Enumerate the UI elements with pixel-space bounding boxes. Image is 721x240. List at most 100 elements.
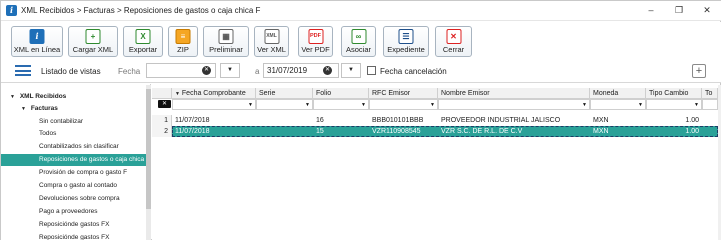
sidebar-item-sin-contabilizar[interactable]: Sin contabilizar [1,116,150,128]
sidebar-item-pago-proveedores[interactable]: Pago a proveedores [1,206,150,218]
column-header-fecha[interactable]: ▼ Fecha Comprobante [172,88,256,99]
filter-serie[interactable]: ▼ [256,99,313,110]
maximize-button[interactable]: ❐ [666,3,692,18]
date-to-dropdown-icon[interactable]: ▼ [341,63,361,78]
filter-tipo-cambio[interactable]: ▼ [646,99,702,110]
sidebar-item-reposicion-gastos-fx-2[interactable]: Reposiciónde gastos FX [1,232,150,240]
filter-total[interactable] [702,99,718,110]
link-icon: ∞ [351,29,366,44]
filter-rfc-emisor[interactable]: ▼ [369,99,438,110]
cargar-xml-button[interactable]: + Cargar XML [68,26,118,57]
title-bar: i XML Recibidos > Facturas > Reposicione… [1,1,721,21]
preliminar-button[interactable]: ▦ Preliminar [203,26,249,57]
cell-rfc-emisor: BBB010101BBB [372,117,424,124]
cell-moneda: MXN [593,117,609,124]
tree-node-facturas[interactable]: ▼ Facturas [21,103,150,115]
zip-icon: ≡ [175,29,191,44]
cell-folio: 16 [316,117,324,124]
cell-moneda: MXN [593,128,609,135]
sidebar-item-compra-contado[interactable]: Compra o gasto al contado [1,180,150,192]
cell-rfc-emisor: VZR110908545 [372,128,421,135]
sort-desc-icon: ▼ [175,91,180,97]
app-window: i XML Recibidos > Facturas > Reposicione… [0,0,721,240]
date-to-label: a [255,67,260,76]
table-row-selected[interactable]: 11/07/2018 15 VZR110908545 VZR S.C. DE R… [172,126,718,137]
exportar-label: Exportar [128,45,158,54]
filter-dropdown-icon[interactable]: ▼ [430,100,435,109]
cell-nombre-emisor: PROVEEDOR INDUSTRIAL JALISCO [441,117,561,124]
column-header-nombre-emisor[interactable]: Nombre Emisor [438,88,590,99]
sidebar-item-reposiciones-caja-chica[interactable]: Reposiciones de gastos o caja chica F [1,154,150,166]
asociar-label: Asociar [345,45,371,54]
filter-dropdown-icon[interactable]: ▼ [694,100,699,109]
cell-folio: 15 [316,128,324,135]
row-number: 1 [152,115,172,126]
column-header-total[interactable]: To [702,88,718,99]
close-window-button[interactable]: ✕ [694,3,720,18]
sidebar-item-todos[interactable]: Todos [1,128,150,140]
table-row[interactable]: 11/07/2018 16 BBB010101BBB PROVEEDOR IND… [172,115,718,126]
date-from-dropdown-icon[interactable]: ▼ [220,63,240,78]
sidebar-item-contabilizados[interactable]: Contabilizados sin clasificar [1,141,150,153]
date-label: Fecha [118,67,141,76]
asociar-button[interactable]: ∞ Asociar [341,26,376,57]
filter-nombre-emisor[interactable]: ▼ [438,99,590,110]
sidebar-scroll-thumb[interactable] [146,89,151,209]
cancel-date-label: Fecha cancelación [380,67,447,76]
sidebar-item-provision-compra[interactable]: Provisión de compra o gasto F [1,167,150,179]
clear-date-to-icon[interactable]: ✕ [323,66,332,75]
filter-dropdown-icon[interactable]: ▼ [582,100,587,109]
column-header-moneda[interactable]: Moneda [590,88,646,99]
collapse-caret-icon[interactable]: ▼ [21,103,29,115]
filter-dropdown-icon[interactable]: ▼ [361,100,366,109]
collapse-caret-icon[interactable]: ▼ [10,91,18,103]
filter-folio[interactable]: ▼ [313,99,369,110]
clear-date-from-icon[interactable]: ✕ [202,66,211,75]
cell-serie [256,126,313,137]
cell-serie [256,115,313,126]
xml-en-linea-button[interactable]: i XML en Línea [11,26,63,57]
zip-button[interactable]: ≡ ZIP [168,26,198,57]
filter-moneda[interactable]: ▼ [590,99,646,110]
column-header-rfc-emisor[interactable]: RFC Emisor [369,88,438,99]
exportar-button[interactable]: X Exportar [123,26,163,57]
cell-fecha: 11/07/2018 [175,117,210,124]
tree-root-xml-recibidos[interactable]: ▼ XML Recibidos [10,91,150,103]
add-view-button[interactable]: + [692,64,706,78]
cancel-date-checkbox[interactable] [367,66,376,75]
clear-filters-icon[interactable]: ✕ [158,100,171,108]
filter-dropdown-icon[interactable]: ▼ [305,100,310,109]
column-header-folio[interactable]: Folio [313,88,369,99]
filter-dropdown-icon[interactable]: ▼ [638,100,643,109]
app-logo-icon: i [6,5,17,16]
cargar-xml-label: Cargar XML [72,45,114,54]
xml-en-linea-label: XML en Línea [13,45,61,54]
pdf-file-icon: PDF [308,29,323,44]
cerrar-button[interactable]: ✕ Cerrar [435,26,472,57]
ver-pdf-button[interactable]: PDF Ver PDF [298,26,333,57]
cell-tipo-cambio: 1.00 [685,117,699,124]
ver-xml-button[interactable]: XML Ver XML [254,26,289,57]
column-header-fecha-label: Fecha Comprobante [181,90,246,97]
tree-root-label: XML Recibidos [19,93,67,100]
sidebar-scrollbar[interactable] [146,85,151,240]
row-number: 2 [152,126,172,137]
cell-nombre-emisor: VZR S.C. DE R.L. DE C.V [441,128,523,135]
column-header-serie[interactable]: Serie [256,88,313,99]
document-icon: ☰ [398,29,414,44]
close-icon: ✕ [446,29,461,44]
sidebar-item-reposicion-gastos-fx[interactable]: Reposiciónde gastos FX [1,219,150,231]
column-header-tipo-cambio[interactable]: Tipo Cambio [646,88,702,99]
hamburger-menu-icon[interactable] [15,65,31,76]
ver-pdf-label: Ver PDF [301,45,330,54]
filter-dropdown-icon[interactable]: ▼ [248,100,253,109]
sidebar-tree: ▼ XML Recibidos ▼ Facturas Sin contabili… [1,84,151,240]
filter-bar: Listado de vistas Fecha ✕ ▼ a 31/07/2019… [1,59,721,83]
minimize-button[interactable]: – [638,3,664,18]
sidebar-item-devoluciones[interactable]: Devoluciones sobre compra [1,193,150,205]
filter-fecha[interactable]: ▼ [172,99,256,110]
expediente-button[interactable]: ☰ Expediente [383,26,429,57]
ver-xml-label: Ver XML [257,45,286,54]
tree-node-label: Facturas [30,105,58,112]
window-title: XML Recibidos > Facturas > Reposiciones … [21,6,261,15]
